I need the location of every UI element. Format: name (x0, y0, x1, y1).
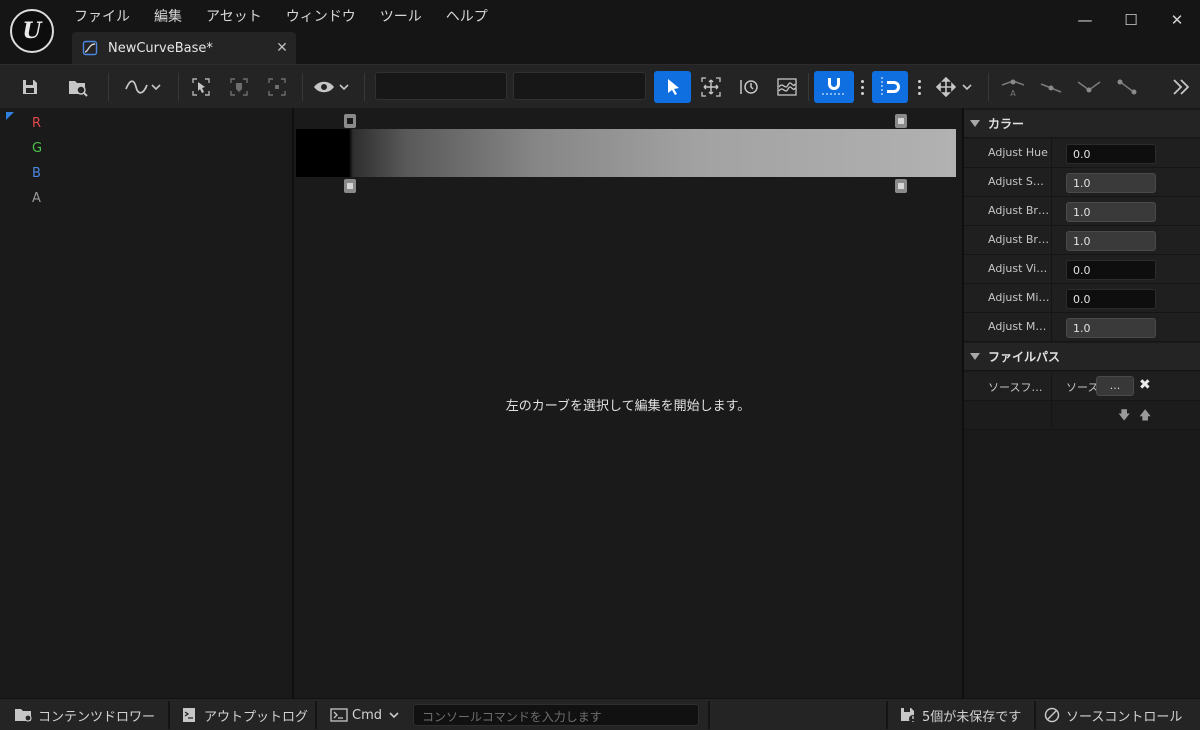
browse-content-icon[interactable] (62, 71, 94, 103)
unreal-logo-icon[interactable]: U (10, 9, 54, 53)
gradient-stop-top-left[interactable] (344, 114, 356, 128)
snap-value-options-icon[interactable] (855, 71, 869, 103)
document-tab[interactable]: NewCurveBase* ✕ (72, 32, 296, 64)
prop-adjust-brightness-curve: Adjust Brightness Curve 1.0 (964, 226, 1200, 255)
svg-text:A: A (1010, 89, 1016, 98)
panel-corner-marker (6, 112, 14, 120)
move-up-icon[interactable]: 🡅 (1139, 406, 1151, 427)
snap-time-icon[interactable] (872, 71, 908, 103)
content-drawer-button[interactable]: コンテンツドロワー (14, 699, 155, 730)
status-bar: コンテンツドロワー アウトプットログ Cmd コンソールコマンドを入力します 5… (0, 698, 1200, 730)
content-drawer-icon (15, 709, 32, 722)
multi-curve-tool-icon[interactable] (772, 71, 802, 103)
empty-editor-message: 左のカーブを選択して編集を開始します。 (505, 399, 751, 414)
frame-selection-icon[interactable] (224, 71, 254, 103)
source-file-value: ソース (1066, 381, 1096, 394)
select-tool-icon[interactable] (654, 71, 691, 103)
snap-value-icon[interactable] (814, 71, 854, 103)
key-value-field[interactable] (513, 72, 646, 100)
prop-adjust-brightness: Adjust Brightness 1.0 (964, 197, 1200, 226)
file-path-section-header[interactable]: ファイルパス (964, 343, 1200, 371)
adjust-max-alpha-input[interactable]: 1.0 (1066, 318, 1156, 338)
gradient-stop-bottom-right[interactable] (895, 179, 907, 193)
chevron-down-icon (389, 712, 399, 719)
color-section-header[interactable]: カラー (964, 110, 1200, 138)
menu-edit[interactable]: 編集 (142, 4, 194, 28)
tab-close-icon[interactable]: ✕ (268, 40, 296, 56)
menu-file[interactable]: ファイル (62, 4, 142, 28)
curve-list-panel: R G B A (0, 108, 293, 698)
adjust-brightness-curve-input[interactable]: 1.0 (1066, 231, 1156, 251)
linear-tangent-icon[interactable] (1110, 71, 1144, 103)
prop-adjust-max-alpha: Adjust Max Alpha 1.0 (964, 313, 1200, 342)
adjust-min-alpha-input[interactable]: 0.0 (1066, 289, 1156, 309)
clear-path-icon[interactable]: ✖ (1139, 377, 1151, 393)
window-controls: — ☐ ✕ (1062, 0, 1200, 40)
source-control-disabled-icon (1044, 707, 1060, 723)
source-control-button[interactable]: ソースコントロール (1044, 699, 1182, 730)
prop-adjust-saturation: Adjust Saturation 1.0 (964, 168, 1200, 197)
color-gradient-preview[interactable] (296, 129, 956, 177)
channel-a[interactable]: A (32, 191, 41, 206)
details-panel: カラー Adjust Hue 0.0 Adjust Saturation 1.0… (963, 108, 1200, 698)
curve-editor-area[interactable]: 左のカーブを選択して編集を開始します。 (294, 108, 962, 698)
adjust-hue-input[interactable]: 0.0 (1066, 144, 1156, 164)
prop-source-file: ソースファイル ソース ... ✖ (964, 372, 1200, 401)
menu-help[interactable]: ヘルプ (434, 4, 500, 28)
curve-asset-icon (82, 40, 98, 56)
console-icon (330, 708, 348, 722)
prop-adjust-hue: Adjust Hue 0.0 (964, 139, 1200, 168)
cmd-selector[interactable]: Cmd (330, 699, 400, 730)
overflow-chevron-icon[interactable] (1166, 71, 1196, 103)
close-window-button[interactable]: ✕ (1154, 0, 1200, 40)
frame-all-icon[interactable] (262, 71, 292, 103)
output-log-icon (183, 708, 195, 722)
prop-adjust-min-alpha: Adjust Min Alpha 0.0 (964, 284, 1200, 313)
adjust-brightness-input[interactable]: 1.0 (1066, 202, 1156, 222)
save-icon[interactable] (14, 71, 46, 103)
adjust-saturation-input[interactable]: 1.0 (1066, 173, 1156, 193)
tab-title: NewCurveBase* (108, 40, 213, 56)
channel-g[interactable]: G (32, 141, 42, 156)
title-bar: U ファイル 編集 アセット ウィンドウ ツール ヘルプ — ☐ ✕ NewCu… (0, 0, 1200, 64)
prop-adjust-vibrance: Adjust Vibrance 0.0 (964, 255, 1200, 284)
prop-reorder-row: 🡇 🡅 (964, 401, 1200, 430)
adjust-vibrance-input[interactable]: 0.0 (1066, 260, 1156, 280)
visibility-icon[interactable] (308, 71, 354, 103)
break-tangent-icon[interactable] (1072, 71, 1106, 103)
toolbar: A (0, 64, 1200, 108)
snap-time-options-icon[interactable] (912, 71, 926, 103)
minimize-button[interactable]: — (1062, 0, 1108, 40)
collapse-arrow-icon (970, 120, 980, 127)
menu-window[interactable]: ウィンドウ (274, 4, 368, 28)
move-tool-icon[interactable] (932, 71, 976, 103)
menu-tools[interactable]: ツール (368, 4, 434, 28)
auto-tangent-icon[interactable]: A (996, 71, 1030, 103)
maximize-button[interactable]: ☐ (1108, 0, 1154, 40)
gradient-stop-bottom-left[interactable] (344, 179, 356, 193)
browse-button[interactable]: ... (1096, 376, 1134, 396)
channel-b[interactable]: B (32, 166, 41, 181)
save-unsaved-icon (901, 708, 917, 723)
output-log-button[interactable]: アウトプットログ (182, 699, 308, 730)
menu-bar: ファイル 編集 アセット ウィンドウ ツール ヘルプ (62, 4, 500, 28)
gradient-stop-top-right[interactable] (895, 114, 907, 128)
retime-tool-icon[interactable] (734, 71, 764, 103)
unsaved-assets-button[interactable]: 5個が未保存です (900, 699, 1021, 730)
user-tangent-icon[interactable] (1034, 71, 1068, 103)
console-command-input[interactable]: コンソールコマンドを入力します (413, 704, 699, 726)
channel-r[interactable]: R (32, 116, 41, 131)
move-down-icon[interactable]: 🡇 (1118, 406, 1130, 427)
transform-tool-icon[interactable] (696, 71, 726, 103)
key-time-field[interactable] (375, 72, 507, 100)
menu-asset[interactable]: アセット (194, 4, 274, 28)
curve-view-mode-icon[interactable] (120, 71, 166, 103)
collapse-arrow-icon (970, 353, 980, 360)
select-keys-icon[interactable] (186, 71, 216, 103)
